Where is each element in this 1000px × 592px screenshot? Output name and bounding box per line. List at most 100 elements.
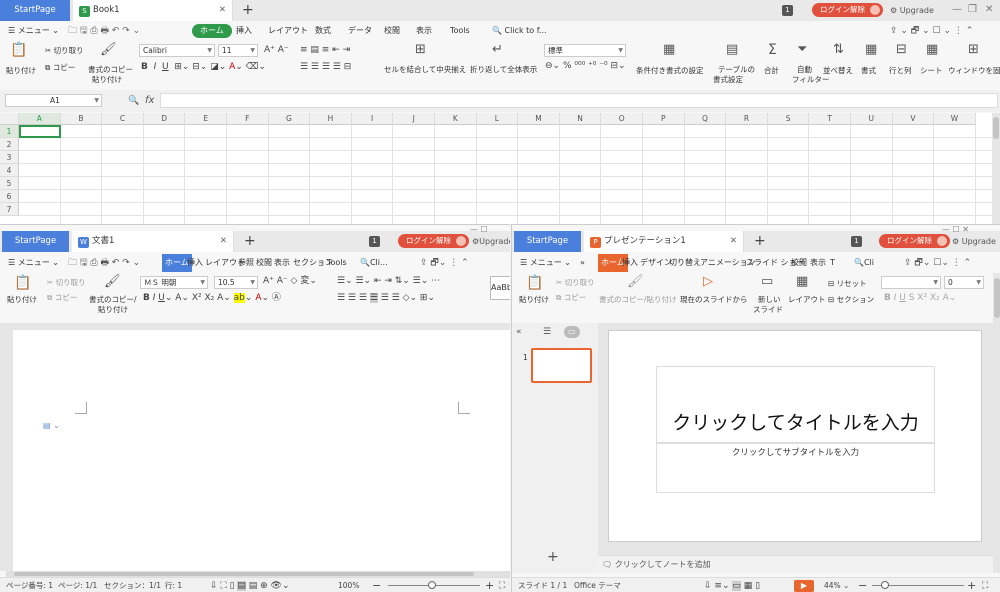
char-format-icons[interactable]: B I U⌄ A⌄ X² X₂ A⌄ ab⌄ A⌄ Ⓐ: [143, 293, 281, 304]
tab-review[interactable]: 校閲: [256, 254, 272, 272]
main-menu-button[interactable]: ☰ メニュー ⌄: [8, 22, 59, 40]
tab-formulas[interactable]: 数式: [315, 22, 331, 40]
section-button[interactable]: ⊟ セクション: [828, 295, 874, 305]
paragraph-options-icon[interactable]: ▤ ⌄: [43, 420, 60, 432]
scroll-thumb[interactable]: [14, 572, 474, 576]
align-icons-2[interactable]: ☰ ☰ ☰ ☰ ⊟: [300, 62, 351, 73]
format-painter-label-2[interactable]: 貼り付け: [98, 305, 128, 315]
tab-view[interactable]: 表示: [810, 254, 826, 272]
paragraph-icons-2[interactable]: ☰ ☰ ☰ ☰ ☰ ☰ ◇⌄ ⊞⌄: [337, 293, 435, 304]
tab-startpage[interactable]: StartPage: [514, 231, 581, 252]
toolbar-right-icons[interactable]: ⇪ 🗗⌄ ⋮ ⌃: [420, 257, 469, 269]
window-count-badge[interactable]: 1: [782, 5, 793, 16]
wrap-text-button[interactable]: 折り返して全体表示: [470, 65, 537, 75]
slide-canvas[interactable]: クリックしてタイトルを入力 クリックしてサブタイトルを入力: [608, 330, 982, 542]
tab-view[interactable]: 表示: [274, 254, 290, 272]
scroll-thumb[interactable]: [993, 117, 999, 139]
format-painter-label[interactable]: 書式のコピー: [88, 65, 133, 75]
paste-icon[interactable]: 📋: [10, 43, 27, 57]
font-name-select[interactable]: ＭＳ 明朝 ▼: [140, 276, 208, 289]
tab-document1[interactable]: W 文書1 ✕: [72, 231, 234, 252]
column-header-M[interactable]: M: [518, 113, 560, 125]
play-from-current-button[interactable]: 現在のスライドから: [680, 295, 748, 305]
table-format-button-2[interactable]: 書式設定: [713, 75, 743, 85]
column-header-P[interactable]: P: [643, 113, 685, 125]
number-format-select[interactable]: 標準 ▼: [544, 44, 626, 57]
sheet-button[interactable]: シート: [920, 66, 943, 76]
new-slide-button-2[interactable]: スライド: [753, 305, 783, 315]
font-tools-icons[interactable]: A⁺ A⁻ ◇ 変⌄: [263, 276, 317, 287]
outline-view-icon[interactable]: ☰: [543, 326, 551, 338]
column-header-V[interactable]: V: [892, 113, 935, 125]
column-header-A[interactable]: A: [19, 113, 61, 125]
tab-tools[interactable]: Tools: [450, 22, 470, 40]
zoom-icon[interactable]: 🔍: [128, 95, 139, 107]
quick-access-icons[interactable]: 🗀 🖫 ⎙ 🖶 ↶ ↷ ⌄: [68, 257, 140, 269]
rowcol-button[interactable]: 行と列: [889, 66, 912, 76]
cut-button[interactable]: ✂ 切り取り: [45, 46, 84, 56]
tab-presentation1[interactable]: P プレゼンテーション1 ✕: [584, 231, 744, 252]
column-header-O[interactable]: O: [601, 113, 643, 125]
conditional-format-icon[interactable]: ▦: [663, 43, 675, 56]
column-header-W[interactable]: W: [934, 113, 976, 125]
tab-references[interactable]: 参照: [238, 254, 254, 272]
format-painter-icon[interactable]: 🖌: [104, 275, 121, 288]
tab-transitions[interactable]: 切り替え: [669, 254, 701, 272]
sort-button[interactable]: 並べ替え: [823, 66, 853, 76]
zoom-out-button[interactable]: −: [372, 578, 381, 592]
window-count-badge[interactable]: 1: [369, 236, 380, 247]
formula-input[interactable]: [160, 93, 998, 108]
document-area[interactable]: ▤ ⌄: [0, 323, 510, 571]
column-header-D[interactable]: D: [143, 113, 186, 125]
font-size-select[interactable]: 10.5 ▼: [214, 276, 258, 289]
paste-button[interactable]: 貼り付け: [6, 66, 36, 76]
row-header-6[interactable]: 6: [0, 190, 19, 203]
tab-home[interactable]: ホーム: [192, 24, 232, 38]
login-button[interactable]: ログイン解除: [812, 3, 883, 17]
font-name-select[interactable]: Calibri ▼: [139, 44, 215, 57]
filter-button[interactable]: 自動: [797, 65, 812, 75]
column-header-L[interactable]: L: [476, 113, 519, 125]
paste-button[interactable]: 貼り付け: [7, 295, 37, 305]
theme-name[interactable]: Office テーマ: [574, 578, 621, 592]
tab-startpage[interactable]: StartPage: [0, 0, 70, 21]
tab-review[interactable]: 校閲: [791, 254, 807, 272]
spreadsheet-grid[interactable]: ABCDEFGHIJKLMNOPQRSTUVW 1234567: [0, 113, 992, 224]
font-size-select[interactable]: 11 ▼: [218, 44, 258, 57]
column-header-Q[interactable]: Q: [684, 113, 727, 125]
reset-button[interactable]: ⊟ リセット: [828, 279, 867, 289]
row-header-2[interactable]: 2: [0, 138, 19, 151]
copy-button[interactable]: ⧉ コピー: [47, 293, 77, 303]
slide-thumbnail[interactable]: [531, 348, 592, 383]
paragraph-icons[interactable]: ☰⌄ ☰⌄ ⇤ ⇥ ⇅⌄ ☰⌄ ⋯: [337, 276, 440, 287]
format-painter-button[interactable]: 書式のコピー/貼り付け: [599, 295, 677, 305]
close-tab-icon[interactable]: ✕: [219, 0, 226, 21]
paste-icon[interactable]: 📋: [526, 276, 543, 290]
new-slide-icon[interactable]: ▭: [761, 275, 773, 288]
column-header-F[interactable]: F: [227, 113, 269, 125]
main-menu-button[interactable]: ☰ メニュー ⌄: [520, 254, 571, 272]
zoom-slider-thumb[interactable]: [428, 581, 436, 589]
cut-button[interactable]: ✂ 切り取り: [47, 278, 86, 288]
name-box[interactable]: A1 ▼: [5, 94, 102, 107]
tab-review[interactable]: 校閲: [384, 22, 400, 40]
column-header-S[interactable]: S: [767, 113, 810, 125]
style-gallery[interactable]: AaBb: [490, 276, 510, 300]
sort-icon[interactable]: ⇅: [833, 43, 844, 56]
tab-insert[interactable]: 挿入: [236, 22, 252, 40]
search-box[interactable]: 🔍Cli: [854, 254, 874, 272]
sum-button[interactable]: 合計: [764, 66, 779, 76]
main-menu-button[interactable]: ☰ メニュー ⌄: [8, 254, 59, 272]
format-painter-label-2[interactable]: 貼り付け: [92, 75, 122, 85]
tab-layout[interactable]: レイアウト: [268, 22, 308, 40]
bold-italic-underline-icons[interactable]: B I U ⊞⌄ ⊟⌄ ◪⌄ A⌄ ⌫⌄: [141, 62, 266, 73]
subtitle-placeholder[interactable]: クリックしてサブタイトルを入力: [656, 443, 935, 493]
font-name-select[interactable]: ▼: [881, 276, 941, 289]
new-tab-button[interactable]: +: [244, 231, 256, 252]
play-from-current-icon[interactable]: ▷: [703, 275, 713, 288]
tab-view[interactable]: 表示: [416, 22, 432, 40]
freeze-button[interactable]: ウィンドウを固定: [948, 66, 1000, 76]
number-format-icons[interactable]: ⊖⌄ % ⁰⁰⁰ ⁺⁰ ⁻⁰ ⊟⌄: [545, 61, 626, 72]
window-controls[interactable]: — ☐ ✕: [942, 225, 969, 241]
format-painter-icon[interactable]: 🖌: [100, 43, 117, 56]
